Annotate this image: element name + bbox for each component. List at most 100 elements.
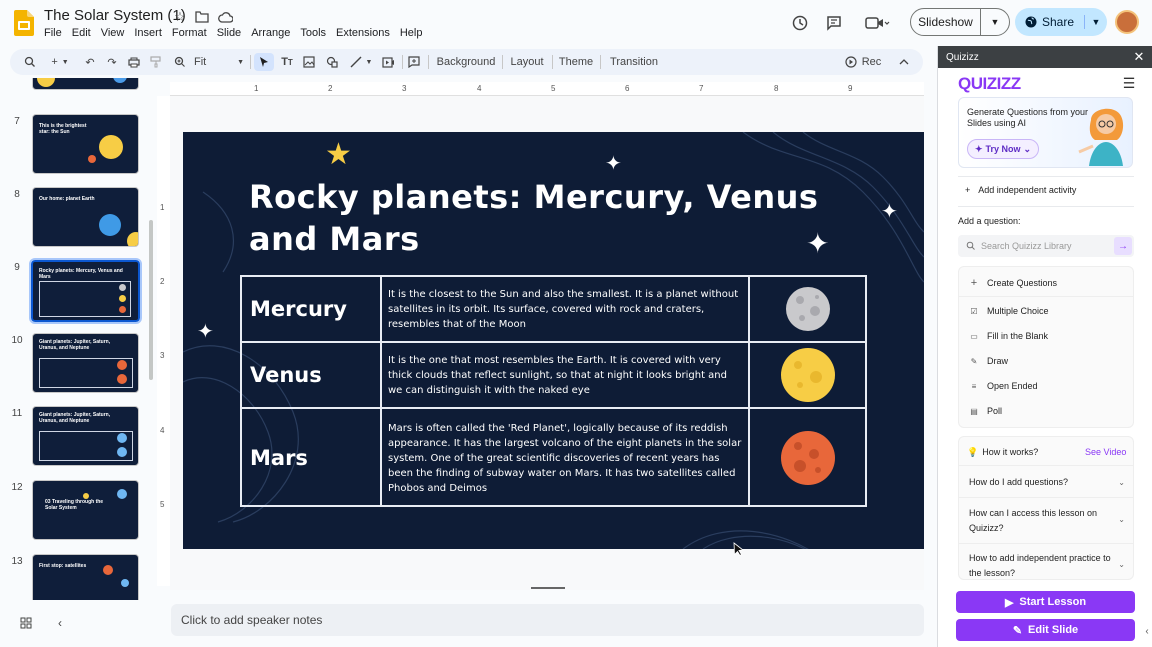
move-folder-icon[interactable] [193, 8, 211, 26]
faq-item[interactable]: How to add independent practice to the l… [969, 551, 1119, 581]
question-type-poll[interactable]: ▤ Poll [969, 406, 1002, 416]
close-icon[interactable]: ✕ [1131, 49, 1147, 65]
question-type-draw[interactable]: ✎ Draw [969, 356, 1008, 366]
menu-tools[interactable]: Tools [300, 27, 326, 39]
zoom-select[interactable]: Fit ▼ [194, 53, 244, 71]
version-history-icon[interactable] [789, 12, 811, 34]
planet-illustration [119, 295, 126, 302]
new-slide-icon[interactable]: + ▼ [48, 53, 72, 71]
grid-view-icon[interactable] [18, 615, 34, 631]
slide-thumb-13[interactable]: First stop: satellites [32, 554, 139, 600]
menu-help[interactable]: Help [400, 27, 423, 39]
planet-description: Mars is often called the 'Red Planet', l… [382, 409, 750, 507]
slide-thumb-8[interactable]: Our home: planet Earth [32, 187, 139, 247]
add-independent-activity[interactable]: + Add independent activity [965, 185, 1076, 195]
menu-file[interactable]: File [44, 27, 62, 39]
planet-table[interactable]: Mercury It is the closest to the Sun and… [240, 275, 867, 507]
menu-format[interactable]: Format [172, 27, 207, 39]
slide-thumb-7[interactable]: This is the brightest star: the Sun [32, 114, 139, 174]
collapse-toolbar-icon[interactable] [896, 53, 912, 71]
menu-view[interactable]: View [101, 27, 125, 39]
menu-extensions[interactable]: Extensions [336, 27, 390, 39]
menu-slide[interactable]: Slide [217, 27, 241, 39]
add-comment-icon[interactable] [406, 53, 422, 71]
zoom-icon[interactable] [172, 53, 188, 71]
menu-edit[interactable]: Edit [72, 27, 91, 39]
print-icon[interactable] [126, 53, 142, 71]
transition-button[interactable]: Transition [606, 53, 662, 71]
share-dropdown-icon[interactable]: ▼ [1085, 17, 1107, 27]
share-main[interactable]: Share [1015, 15, 1085, 29]
rec-button[interactable]: Rec [842, 53, 884, 71]
hamburger-menu-icon[interactable]: ☰ [1122, 75, 1136, 91]
background-button[interactable]: Background [434, 53, 498, 71]
chevron-down-icon[interactable]: ⌄ [1118, 560, 1125, 569]
theme-button[interactable]: Theme [556, 53, 596, 71]
question-type-open-ended[interactable]: ≡ Open Ended [969, 381, 1038, 391]
slides-logo-icon[interactable] [14, 10, 34, 36]
faq-item[interactable]: How can I access this lesson on Quizizz? [969, 506, 1119, 536]
document-title[interactable]: The Solar System (1) [44, 7, 186, 24]
create-questions-header[interactable]: + Create Questions [969, 277, 1057, 289]
search-menus-icon[interactable] [22, 53, 38, 71]
video-icon[interactable] [380, 53, 396, 71]
paint-format-icon[interactable] [148, 53, 164, 71]
shape-icon[interactable] [324, 53, 340, 71]
slide-thumb-10[interactable]: Giant planets: Jupiter, Saturn, Uranus, … [32, 333, 139, 393]
redo-icon[interactable]: ↷ [104, 53, 120, 71]
menu-insert[interactable]: Insert [134, 27, 162, 39]
planet-illustration [119, 284, 126, 291]
filmstrip-scrollbar[interactable] [149, 220, 153, 380]
menu-arrange[interactable]: Arrange [251, 27, 290, 39]
faq-item[interactable]: How do I add questions? [969, 475, 1119, 490]
text-box-icon[interactable]: TT [278, 53, 296, 71]
speaker-notes[interactable]: Click to add speaker notes [171, 604, 924, 636]
collapse-sidebar-icon[interactable]: ‹ [1141, 624, 1152, 638]
divider [552, 55, 553, 69]
library-search[interactable]: Search Quizizz Library → [958, 235, 1134, 257]
collapse-filmstrip-icon[interactable]: ‹ [52, 615, 68, 631]
slide-thumb-11[interactable]: Giant planets: Jupiter, Saturn, Uranus, … [32, 406, 139, 466]
avatar[interactable] [1115, 10, 1139, 34]
slideshow-label[interactable]: Slideshow [911, 9, 981, 35]
add-question-label: Add a question: [958, 216, 1021, 226]
chevron-down-icon[interactable]: ⌄ [1118, 478, 1125, 487]
slide-title[interactable]: Rocky planets: Mercury, Venus and Mars [249, 176, 849, 260]
share-button[interactable]: Share ▼ [1015, 8, 1107, 36]
see-video-link[interactable]: See Video [1085, 447, 1126, 457]
slide-thumb-12[interactable]: 03 Traveling through the Solar System [32, 480, 139, 540]
notes-resize-handle[interactable] [531, 587, 565, 589]
layout-button[interactable]: Layout [507, 53, 547, 71]
search-icon [966, 241, 975, 252]
title-bar: The Solar System (1) ☆ File Edit View In… [0, 0, 1152, 46]
undo-icon[interactable]: ↶ [82, 53, 98, 71]
try-now-button[interactable]: ✦ Try Now ⌄ [967, 139, 1039, 159]
arrow-right-icon[interactable]: → [1114, 237, 1132, 255]
question-type-multiple-choice[interactable]: ☑ Multiple Choice [969, 306, 1048, 316]
search-input[interactable]: Search Quizizz Library [981, 241, 1072, 251]
slideshow-dropdown-icon[interactable]: ▼ [981, 17, 1009, 27]
start-lesson-button[interactable]: ▶ Start Lesson [956, 591, 1135, 613]
planet-illustration [113, 78, 127, 83]
table-row[interactable]: Venus It is the one that most resembles … [242, 343, 865, 409]
slideshow-button[interactable]: Slideshow ▼ [910, 8, 1010, 36]
select-tool-icon[interactable] [254, 53, 274, 71]
insert-image-icon[interactable] [301, 53, 317, 71]
line-icon[interactable]: ▼ [347, 53, 375, 71]
slide-thumb-6[interactable] [32, 78, 139, 90]
current-slide[interactable]: ★ ✦ ✦ ✦ ✦ Rocky planets: Mercury, Venus … [183, 132, 924, 549]
ruler-number: 2 [328, 84, 333, 93]
comments-icon[interactable] [823, 12, 845, 34]
table-row[interactable]: Mars Mars is often called the 'Red Plane… [242, 409, 865, 507]
question-type-fill-blank[interactable]: ▭ Fill in the Blank [969, 331, 1048, 341]
slide-thumb-9-selected[interactable]: Rocky planets: Mercury, Venus and Mars [29, 258, 142, 324]
cloud-status-icon[interactable] [216, 8, 234, 26]
edit-slide-button[interactable]: ✎ Edit Slide [956, 619, 1135, 641]
mercury-icon [750, 277, 865, 341]
chevron-down-icon[interactable]: ⌄ [1118, 515, 1125, 524]
create-questions-card: + Create Questions ☑ Multiple Choice ▭ Fil… [958, 266, 1134, 428]
meet-icon[interactable] [860, 12, 894, 34]
star-icon[interactable]: ☆ [171, 8, 189, 26]
ai-banner[interactable]: Generate Questions from your Slides usin… [958, 97, 1133, 168]
table-row[interactable]: Mercury It is the closest to the Sun and… [242, 277, 865, 343]
